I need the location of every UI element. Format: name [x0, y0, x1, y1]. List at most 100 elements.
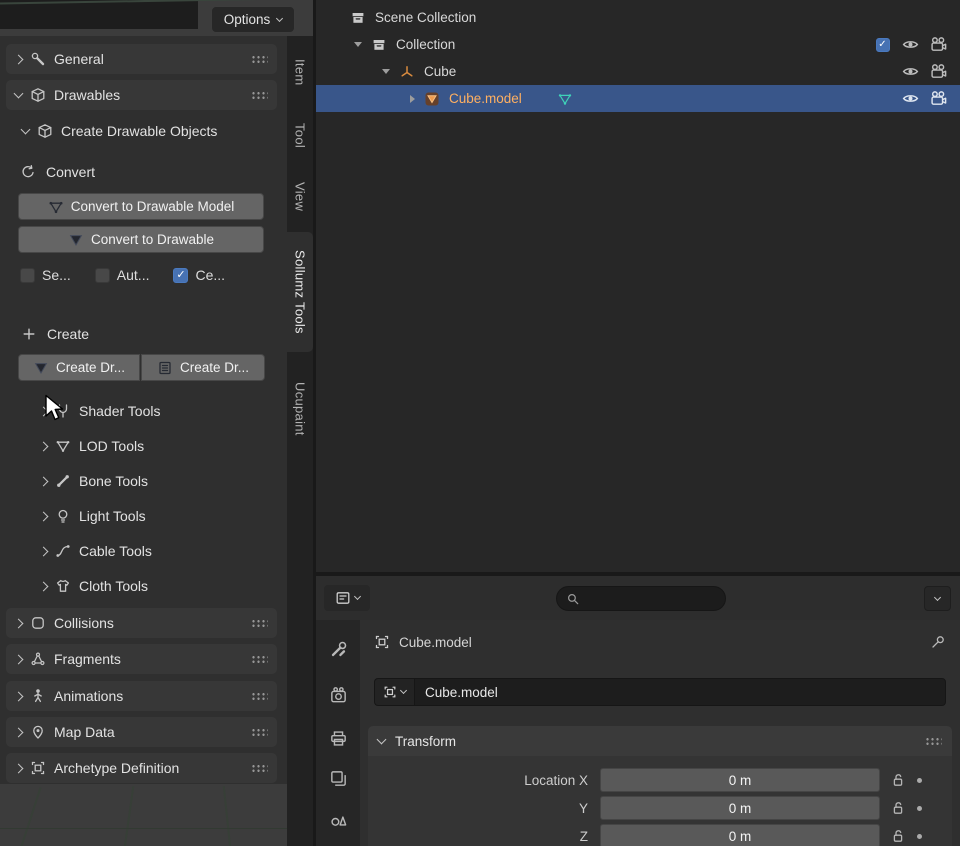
create-drawable-list-button[interactable]: Create Dr... [141, 354, 265, 381]
viewport-grid [223, 786, 231, 846]
convert-to-drawable-button[interactable]: Convert to Drawable [18, 226, 264, 253]
section-label: Cable Tools [79, 543, 287, 559]
cable-tools-icon [55, 543, 71, 559]
subpanel-header-create-drawable-objects[interactable]: Create Drawable Objects [0, 116, 287, 146]
disclosure-down-icon[interactable] [354, 42, 362, 47]
mesh-data-icon [557, 91, 573, 107]
panel-header-animations[interactable]: Animations [6, 681, 277, 711]
disclosure-down-icon[interactable] [382, 69, 390, 74]
panel-header-drawables[interactable]: Drawables [6, 80, 277, 110]
panel-header-archetype-definition[interactable]: Archetype Definition [6, 753, 277, 783]
bone-tools-icon [55, 473, 71, 489]
animate-dot[interactable] [917, 778, 922, 783]
lock-toggle[interactable] [890, 800, 906, 816]
eye-icon[interactable] [901, 62, 920, 81]
outliner-row-collection[interactable]: Collection ✓ [316, 31, 960, 58]
eye-icon[interactable] [901, 35, 920, 54]
options-dropdown[interactable]: Options [211, 6, 295, 33]
location-y-field[interactable]: 0 m [600, 796, 880, 820]
panel-header-fragments[interactable]: Fragments [6, 644, 277, 674]
transform-row-location-z: Z 0 m [368, 824, 952, 846]
disclosure-right-icon[interactable] [410, 95, 415, 103]
drag-grip-icon[interactable] [251, 728, 268, 737]
lock-toggle[interactable] [890, 828, 906, 844]
wrench-icon [30, 51, 46, 67]
drawable-triangle-icon [33, 360, 49, 376]
tab-scene-properties[interactable] [316, 803, 360, 833]
filter-dropdown[interactable] [924, 586, 951, 611]
search-icon [566, 592, 580, 606]
outliner-row-scene-collection[interactable]: Scene Collection [316, 4, 960, 31]
lock-toggle[interactable] [890, 772, 906, 788]
sidebar-item-bone-tools[interactable]: Bone Tools [0, 466, 287, 496]
chevron-right-icon [14, 763, 24, 773]
tab-tool-properties[interactable] [316, 634, 360, 664]
checkbox-group: Se... [20, 267, 71, 283]
tab-output-properties[interactable] [316, 723, 360, 753]
checkbox-group: ✓ Ce... [173, 267, 225, 283]
editor-type-dropdown[interactable] [324, 585, 370, 611]
collection-icon [350, 10, 366, 26]
tab-view[interactable]: View [287, 174, 313, 220]
drag-grip-icon[interactable] [251, 692, 268, 701]
location-x-field[interactable]: 0 m [600, 768, 880, 792]
sidebar-item-cloth-tools[interactable]: Cloth Tools [0, 571, 287, 601]
checkbox-auto[interactable] [95, 268, 110, 283]
object-name-field[interactable]: Cube.model [414, 678, 946, 706]
plus-icon [22, 327, 36, 341]
viewport-header-dark-area [0, 0, 198, 29]
chevron-down-icon [276, 14, 283, 21]
eye-icon[interactable] [901, 89, 920, 108]
location-z-field[interactable]: 0 m [600, 824, 880, 846]
button-label: Create Dr... [180, 360, 249, 375]
properties-search-field[interactable] [556, 586, 726, 611]
panel-header-map-data[interactable]: Map Data [6, 717, 277, 747]
outliner-row-cube-model-selected[interactable]: Cube.model [316, 85, 960, 112]
checkbox-center-checked[interactable]: ✓ [173, 268, 188, 283]
tab-ucupaint[interactable]: Ucupaint [287, 372, 313, 446]
drag-grip-icon[interactable] [925, 737, 942, 746]
collection-checkbox[interactable]: ✓ [876, 38, 890, 52]
object-id-dropdown[interactable] [374, 678, 414, 706]
sidebar-item-cable-tools[interactable]: Cable Tools [0, 536, 287, 566]
options-label: Options [224, 12, 271, 27]
pin-icon[interactable] [930, 634, 946, 650]
collection-icon [371, 37, 387, 53]
drag-grip-icon[interactable] [251, 764, 268, 773]
sidebar-item-light-tools[interactable]: Light Tools [0, 501, 287, 531]
properties-editor-icon [335, 590, 351, 606]
create-drawable-button[interactable]: Create Dr... [18, 354, 140, 381]
row-restriction-icons [873, 62, 960, 81]
sidebar-item-lod-tools[interactable]: LOD Tools [0, 431, 287, 461]
section-label: Bone Tools [79, 473, 287, 489]
unlock-icon [890, 772, 906, 788]
outliner-label: Collection [396, 37, 455, 52]
convert-to-drawable-model-button[interactable]: Convert to Drawable Model [18, 193, 264, 220]
tab-render-properties[interactable] [316, 680, 360, 710]
transform-panel-header[interactable]: Transform [368, 726, 952, 756]
pin-icon [930, 634, 946, 650]
field-label: Z [372, 829, 600, 844]
outliner-row-cube[interactable]: Cube [316, 58, 960, 85]
animate-dot[interactable] [917, 806, 922, 811]
camera-icon[interactable] [929, 35, 948, 54]
chevron-down-icon [21, 125, 31, 135]
tab-item[interactable]: Item [287, 50, 313, 94]
animate-dot[interactable] [917, 834, 922, 839]
drag-grip-icon[interactable] [251, 619, 268, 628]
tab-tool[interactable]: Tool [287, 114, 313, 158]
tab-view-layer-properties[interactable] [316, 763, 360, 793]
outliner-label: Cube.model [449, 91, 522, 106]
panel-header-collisions[interactable]: Collisions [6, 608, 277, 638]
field-label: Location X [372, 773, 600, 788]
drag-grip-icon[interactable] [251, 55, 268, 64]
camera-icon[interactable] [929, 89, 948, 108]
transform-panel-body: Location X 0 m Y 0 m [368, 756, 952, 846]
checkbox-selected-objects[interactable] [20, 268, 35, 283]
drag-grip-icon[interactable] [251, 91, 268, 100]
camera-icon[interactable] [929, 62, 948, 81]
drag-grip-icon[interactable] [251, 655, 268, 664]
panel-header-general[interactable]: General [6, 44, 277, 74]
tab-sollumz-tools[interactable]: Sollumz Tools [287, 232, 313, 352]
outliner-label: Scene Collection [375, 10, 476, 25]
